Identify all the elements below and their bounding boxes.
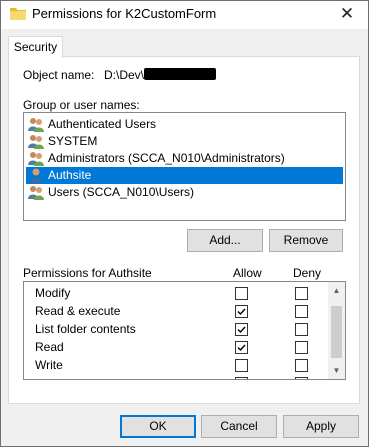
- allow-checkbox-partial[interactable]: [235, 377, 248, 379]
- group-icon: [28, 152, 44, 166]
- group-icon: [28, 186, 44, 200]
- permission-name: Read & execute: [35, 304, 121, 318]
- user-name: SYSTEM: [48, 134, 98, 148]
- allow-checkbox[interactable]: [235, 287, 248, 300]
- permissions-dialog: Permissions for K2CustomForm ✕ Security …: [0, 0, 369, 447]
- window-title: Permissions for K2CustomForm: [32, 6, 217, 21]
- permission-row: Modify: [24, 285, 327, 303]
- permissions-list: Modify Read & execute List folder conten…: [23, 281, 346, 380]
- scrollbar-thumb[interactable]: [331, 306, 342, 358]
- list-item[interactable]: Administrators (SCCA_N010\Administrators…: [26, 150, 343, 167]
- user-icon: [30, 168, 42, 183]
- deny-checkbox[interactable]: [295, 341, 308, 354]
- permission-name: Write: [35, 358, 63, 372]
- permission-row: Read & execute: [24, 303, 327, 321]
- permission-row: List folder contents: [24, 321, 327, 339]
- user-name: Authenticated Users: [48, 117, 157, 131]
- checkmark-icon: [237, 344, 246, 352]
- add-button[interactable]: Add...: [187, 229, 263, 252]
- list-item[interactable]: SYSTEM: [26, 133, 343, 150]
- redaction-mark: [144, 68, 216, 80]
- deny-column-label: Deny: [293, 266, 322, 280]
- allow-checkbox[interactable]: [235, 359, 248, 372]
- remove-button[interactable]: Remove: [269, 229, 343, 252]
- user-list[interactable]: Authenticated Users SYSTEM Administrator…: [23, 112, 346, 221]
- deny-checkbox[interactable]: [295, 305, 308, 318]
- close-button[interactable]: ✕: [333, 2, 361, 26]
- allow-checkbox-checked[interactable]: [235, 341, 248, 354]
- scroll-down-icon[interactable]: ▼: [328, 362, 345, 379]
- user-name: Administrators (SCCA_N010\Administrators…: [48, 151, 285, 165]
- permission-name: Modify: [35, 286, 71, 300]
- permission-row: Write: [24, 357, 327, 375]
- permissions-header: Permissions for Authsite: [23, 266, 152, 280]
- ok-button[interactable]: OK: [120, 415, 196, 438]
- tab-security[interactable]: Security: [8, 36, 63, 58]
- list-item[interactable]: Users (SCCA_N010\Users): [26, 184, 343, 201]
- group-icon: [28, 135, 44, 149]
- checkmark-icon: [237, 308, 246, 316]
- group-icon: [28, 118, 44, 132]
- user-name: Users (SCCA_N010\Users): [48, 185, 195, 199]
- permission-name: List folder contents: [35, 322, 136, 336]
- permission-name: Read: [35, 340, 64, 354]
- permissions-scrollbar[interactable]: ▲ ▼: [328, 282, 345, 379]
- object-name-label: Object name:: [23, 68, 95, 82]
- deny-checkbox-partial[interactable]: [295, 377, 308, 379]
- allow-column-label: Allow: [233, 266, 262, 280]
- folder-icon: [10, 8, 26, 20]
- deny-checkbox[interactable]: [295, 359, 308, 372]
- scroll-up-icon[interactable]: ▲: [328, 282, 345, 299]
- user-name: Authsite: [48, 168, 92, 182]
- list-item[interactable]: Authenticated Users: [26, 116, 343, 133]
- permission-row: Read: [24, 339, 327, 357]
- deny-checkbox[interactable]: [295, 323, 308, 336]
- list-item-selected[interactable]: Authsite: [26, 167, 343, 184]
- allow-checkbox-checked[interactable]: [235, 323, 248, 336]
- allow-checkbox-checked[interactable]: [235, 305, 248, 318]
- cancel-button[interactable]: Cancel: [201, 415, 277, 438]
- title-bar: Permissions for K2CustomForm ✕: [1, 1, 368, 29]
- deny-checkbox[interactable]: [295, 287, 308, 300]
- checkmark-icon: [237, 326, 246, 334]
- apply-button[interactable]: Apply: [283, 415, 359, 438]
- group-names-label: Group or user names:: [23, 98, 140, 112]
